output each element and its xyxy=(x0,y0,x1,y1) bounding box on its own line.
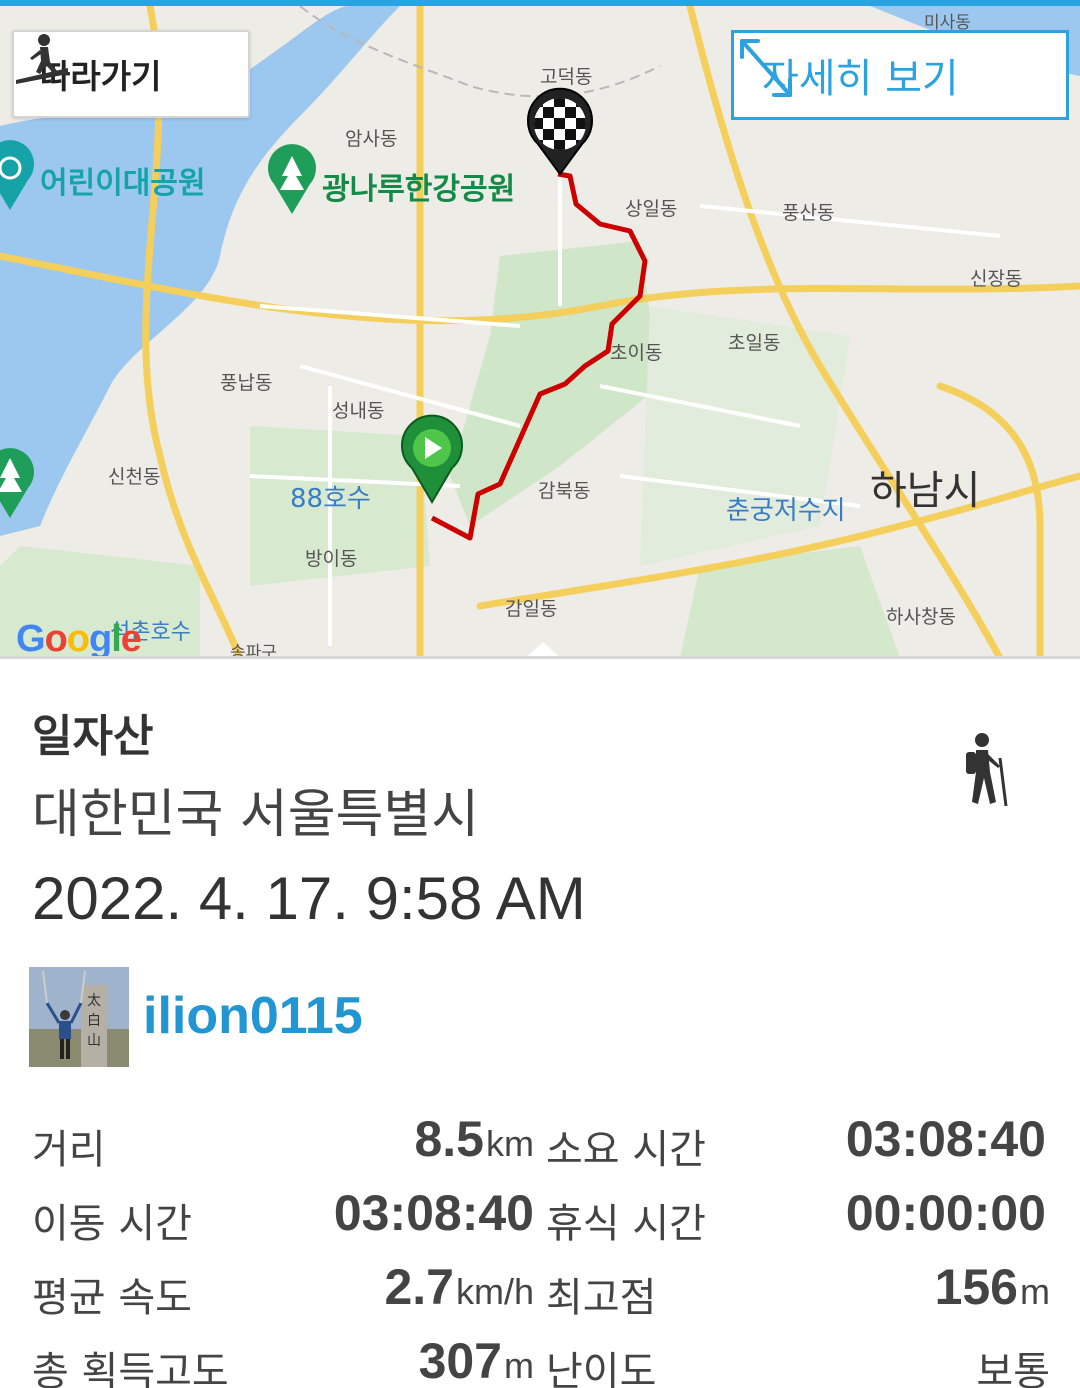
distance-label: 거리 xyxy=(32,1127,106,1173)
elevation-gain-label: 총 획득고도 xyxy=(32,1349,229,1388)
max-elevation-label: 최고점 xyxy=(546,1275,657,1321)
follow-button[interactable]: 따라가기 xyxy=(12,30,250,118)
rest-time-label: 휴식 시간 xyxy=(546,1201,706,1247)
elevation-gain-value: 307m xyxy=(418,1333,534,1388)
map-label: 신천동 xyxy=(108,466,161,488)
map-label: 초이동 xyxy=(610,342,663,364)
difficulty-label: 난이도 xyxy=(546,1349,657,1388)
svg-text:山: 山 xyxy=(87,1033,101,1049)
detail-view-button[interactable]: 자세히 보기 xyxy=(731,30,1069,120)
finish-marker xyxy=(527,87,593,176)
follow-walker-icon xyxy=(16,34,68,84)
map-label: 송파구 xyxy=(230,643,277,658)
map-label-park: 광나루한강공원 xyxy=(322,172,516,207)
max-elevation-value: 156m xyxy=(934,1259,1050,1315)
activity-location: 대한민국 서울특별시 xyxy=(32,785,480,845)
map-label: 풍납동 xyxy=(220,372,273,394)
map-label: 방이동 xyxy=(305,548,358,570)
map-label: 감북동 xyxy=(538,480,591,502)
duration-label: 소요 시간 xyxy=(546,1127,706,1173)
svg-text:白: 白 xyxy=(87,1013,101,1029)
map-label: 감일동 xyxy=(505,598,558,620)
activity-datetime: 2022. 4. 17. 9:58 AM xyxy=(32,865,586,932)
duration-value: 03:08:40 xyxy=(845,1111,1046,1167)
map-label: 상일동 xyxy=(625,198,678,220)
map-label: 하사창동 xyxy=(886,606,956,628)
map-label: 초일동 xyxy=(728,332,781,354)
map-label: 풍산동 xyxy=(782,202,835,224)
avg-speed-value: 2.7km/h xyxy=(384,1259,534,1315)
google-logo: Google xyxy=(16,618,142,658)
route-map[interactable]: 고덕동 암사동 상일동 풍산동 신장동 초이동 초일동 풍납동 성내동 감북동 … xyxy=(0,6,1080,658)
username-link[interactable]: ilion0115 xyxy=(143,986,363,1046)
avg-speed-label: 평균 속도 xyxy=(32,1275,192,1321)
map-label: 암사동 xyxy=(345,128,398,150)
hiker-icon xyxy=(966,733,1008,807)
map-label: 신장동 xyxy=(970,268,1023,290)
moving-time-value: 03:08:40 xyxy=(333,1185,534,1241)
map-label-city: 하남시 xyxy=(870,468,981,514)
moving-time-label: 이동 시간 xyxy=(32,1201,192,1247)
map-label: 성내동 xyxy=(332,400,385,422)
distance-value: 8.5km xyxy=(414,1111,534,1167)
avatar[interactable]: 太 白 山 xyxy=(29,967,129,1067)
rest-time-value: 00:00:00 xyxy=(845,1185,1046,1241)
svg-text:太: 太 xyxy=(87,993,101,1009)
difficulty-value: 보통 xyxy=(976,1349,1050,1388)
park-pin-icon xyxy=(268,144,316,214)
map-label-park: 어린이대공원 xyxy=(40,166,206,201)
activity-title: 일자산 xyxy=(32,711,154,762)
map-label: 고덕동 xyxy=(540,66,593,88)
map-label-water: 춘궁저수지 xyxy=(726,496,846,526)
map-divider xyxy=(0,656,1080,659)
map-label-water: 88호수 xyxy=(290,484,371,514)
avatar-photo: 太 白 山 xyxy=(29,967,129,1067)
expand-icon xyxy=(740,39,792,97)
